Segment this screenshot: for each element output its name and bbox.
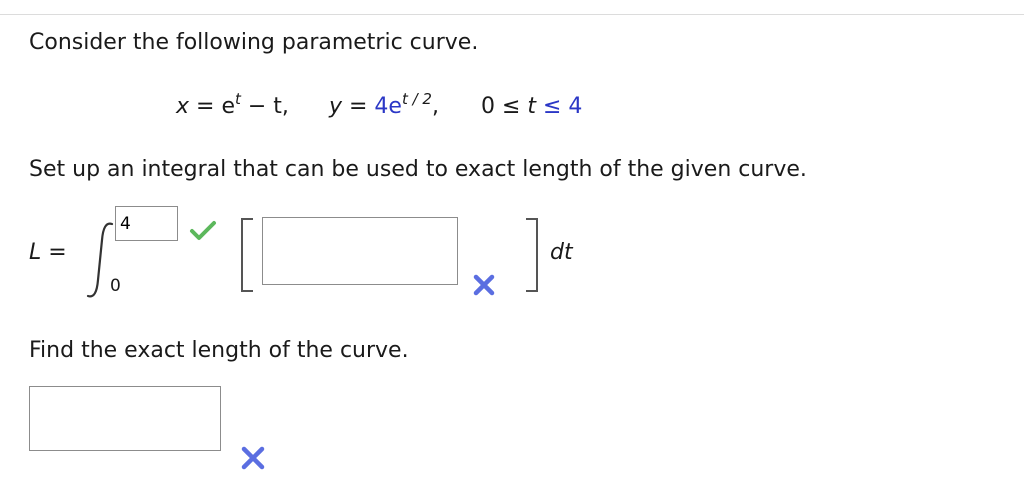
upper-limit-input[interactable] [115,206,178,241]
length-incorrect-x-icon [241,446,265,470]
checkmark-icon [190,221,216,240]
question-intro: Consider the following parametric curve. [29,30,479,55]
y-exponent: t / 2 [401,90,432,108]
range-right: ≤ 4 [536,94,583,119]
integral-lhs: L = [29,240,67,265]
y-comma: , [431,94,439,119]
parametric-equation: x = et − t, y = 4et / 2, 0 ≤ t ≤ 4 [176,90,583,119]
integrand-input[interactable] [262,217,458,285]
differential-dt: dt [550,240,573,265]
integrand-incorrect-x-icon [473,274,495,296]
length-variable: L [29,240,42,265]
y-variable: y [328,94,342,119]
range-left: 0 ≤ [480,94,528,119]
x-exponent: t [235,90,241,108]
right-bracket [526,218,538,292]
x-equals-e: = e [189,94,235,119]
y-equals: = [341,94,375,119]
integral-prompt: Set up an integral that can be used to e… [29,157,807,182]
lower-limit: 0 [110,276,121,296]
y-coefficient: 4e [374,94,402,119]
left-bracket [241,218,253,292]
equals-sign: = [48,240,67,265]
find-length-prompt: Find the exact length of the curve. [29,338,409,363]
top-divider [0,14,1024,15]
x-minus-t: − t, [240,94,289,119]
range-variable: t [527,94,537,119]
x-variable: x [176,94,190,119]
length-answer-input[interactable] [29,386,221,451]
